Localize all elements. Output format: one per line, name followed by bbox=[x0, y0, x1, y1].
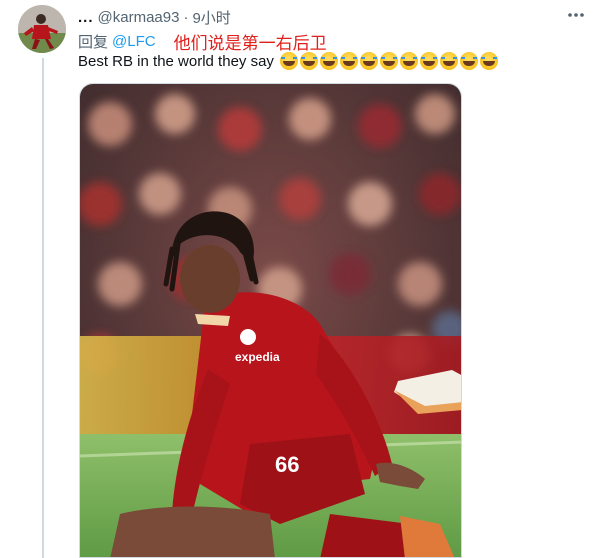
face-with-tears-of-joy-emoji bbox=[319, 52, 338, 70]
reply-prefix: 回复 bbox=[78, 33, 109, 51]
emoji-row bbox=[279, 52, 498, 70]
sponsor-logo-icon bbox=[240, 329, 256, 345]
face-with-tears-of-joy-emoji bbox=[399, 52, 418, 70]
reply-mention-link[interactable]: @LFC bbox=[112, 33, 156, 50]
timestamp[interactable]: 9小时 bbox=[192, 7, 230, 28]
avatar[interactable] bbox=[18, 5, 66, 53]
face-with-tears-of-joy-emoji bbox=[439, 52, 458, 70]
tweet-text: Best RB in the world they say bbox=[78, 51, 498, 71]
tweet-body: Best RB in the world they say bbox=[78, 52, 274, 70]
separator: · bbox=[183, 8, 189, 26]
player-photo: expedia 66 bbox=[80, 84, 461, 557]
face-with-tears-of-joy-emoji bbox=[359, 52, 378, 70]
face-with-tears-of-joy-emoji bbox=[279, 52, 298, 70]
tweet-header: ... @karmaa93 · 9小时 bbox=[78, 7, 231, 27]
shirt-number: 66 bbox=[275, 452, 299, 477]
face-with-tears-of-joy-emoji bbox=[339, 52, 358, 70]
face-with-tears-of-joy-emoji bbox=[459, 52, 478, 70]
truncated-name: ... bbox=[78, 8, 94, 26]
shirt-sponsor: expedia bbox=[235, 350, 280, 364]
face-with-tears-of-joy-emoji bbox=[379, 52, 398, 70]
more-options-icon[interactable] bbox=[566, 8, 586, 22]
translation-annotation: 他们说是第一右后卫 bbox=[173, 33, 327, 53]
user-handle[interactable]: @karmaa93 bbox=[98, 9, 180, 26]
tweet[interactable]: ... @karmaa93 · 9小时 回复 @LFC 他们说是第一右后卫 Be… bbox=[0, 0, 604, 558]
thread-line bbox=[42, 58, 44, 558]
tweet-media-image[interactable]: expedia 66 bbox=[79, 83, 462, 558]
reply-context: 回复 @LFC 他们说是第一右后卫 bbox=[78, 31, 327, 53]
face-with-tears-of-joy-emoji bbox=[299, 52, 318, 70]
face-with-tears-of-joy-emoji bbox=[479, 52, 498, 70]
face-with-tears-of-joy-emoji bbox=[419, 52, 438, 70]
